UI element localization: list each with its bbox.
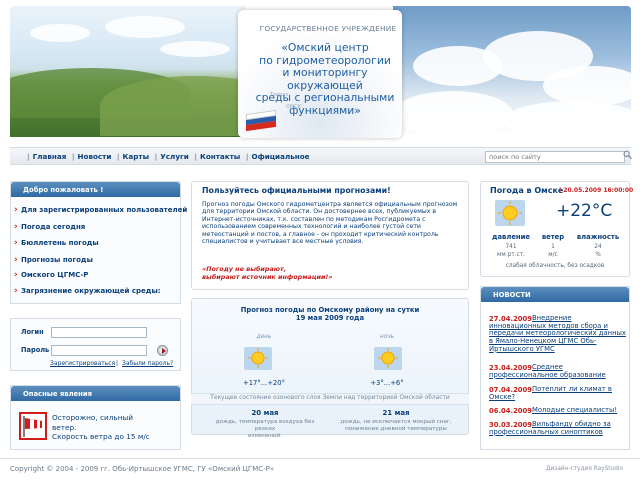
news-link-text[interactable]: Среднее профессиональное образование: [489, 363, 606, 379]
day-forecast-desc: дождь, не исключается мокрый снег, пониж…: [336, 419, 456, 433]
news-link-text[interactable]: Молодые специалисты!: [532, 406, 617, 414]
wind-value: 1: [551, 244, 555, 250]
password-label: Пароль: [21, 346, 50, 354]
nav-contacts[interactable]: Контакты: [200, 152, 240, 161]
nav-news[interactable]: Новости: [77, 152, 111, 161]
day-forecast-date: 20 мая: [251, 409, 279, 417]
hazard-text: Осторожно, сильный ветер. Скорость ветра…: [52, 413, 176, 442]
news-link[interactable]: Потеплит ли климат в Омске?: [489, 385, 627, 401]
nav-separator: |: [27, 152, 30, 161]
news-title: НОВОСТИ: [481, 287, 629, 302]
map-label: ОМСК: [286, 104, 302, 110]
landscape-banner-left: [10, 6, 245, 137]
quote-line: «Погоду не выбирают,: [202, 265, 287, 273]
site-header: ГОСУДАРСТВЕННОЕ УЧРЕЖДЕНИЕ «Омский центр…: [0, 0, 640, 143]
forecast-title: Прогноз погоды по Омскому району на сутк…: [191, 306, 469, 322]
hazard-line: Осторожно, сильный: [52, 413, 134, 422]
current-temperature: +22°C: [556, 201, 613, 221]
search-input[interactable]: [485, 151, 625, 163]
clouds-banner-right: [393, 6, 631, 137]
nav-official[interactable]: Официальное: [251, 152, 309, 161]
org-name-line: «Омский центр: [281, 41, 369, 54]
news-link-text[interactable]: Внедрение инновационных методов сбора и …: [489, 314, 626, 353]
copyright: Copyright © 2004 - 2009 гг. Обь-Иртышско…: [10, 465, 275, 473]
design-credit-link[interactable]: Дизайн-студия RayStudio: [546, 466, 623, 472]
nav-separator: |: [154, 152, 158, 161]
news-link-text[interactable]: Потеплит ли климат в Омске?: [489, 385, 612, 401]
menu-registered-users[interactable]: Для зарегистрированных пользователей: [14, 205, 187, 215]
forecast-night-temp: +3°...+6°: [370, 379, 404, 387]
search-icon[interactable]: [623, 150, 632, 162]
forgot-password-link[interactable]: Забыли пароль?: [122, 360, 173, 367]
nav-items: | Главная | Новости | Карты | Услуги | Контак…: [24, 152, 310, 161]
sun-icon: [494, 199, 526, 227]
news-link[interactable]: Внедрение инновационных методов сбора и …: [489, 314, 627, 354]
weather-timestamp: | 20.05.2009 16:00:00: [559, 187, 634, 194]
wind-unit: м/с: [548, 252, 558, 258]
news-link[interactable]: Среднее профессиональное образование: [489, 363, 627, 379]
login-field[interactable]: [51, 327, 147, 338]
forecast-date: 19 мая 2009 года: [295, 314, 365, 322]
official-quote: «Погоду не выбирают, выбирают источник и…: [202, 265, 462, 281]
forecast-title-line: Прогноз погоды по Омскому району на сутк…: [240, 306, 420, 314]
quote-line: выбирают источник информации!»: [202, 273, 333, 281]
humidity-unit: %: [595, 252, 601, 258]
forecast-day-label: день: [256, 334, 272, 340]
official-title: Пользуйтесь официальными прогнозами!: [202, 186, 391, 195]
menu-forecasts[interactable]: Прогнозы погоды: [14, 255, 93, 265]
desc-line: дождь, температура воздуха без резких: [215, 419, 315, 432]
nav-services[interactable]: Услуги: [160, 152, 189, 161]
org-name-line: и мониторингу окружающей: [282, 66, 368, 92]
weather-title: Погода в Омске: [490, 186, 564, 195]
news-link[interactable]: Молодые специалисты!: [489, 406, 627, 415]
nav-separator: |: [116, 152, 120, 161]
nav-home[interactable]: Главная: [33, 152, 67, 161]
password-field[interactable]: [51, 345, 147, 356]
hazard-line: Скорость ветра до 15 м/с: [52, 432, 150, 441]
weather-condition: слабая облачность, без осадков: [505, 263, 605, 269]
menu-weather-bulletin[interactable]: Бюллетень погоды: [14, 238, 99, 248]
login-label: Логин: [21, 328, 44, 336]
windsock-warning-icon: [19, 412, 47, 440]
humidity-value: 24: [594, 244, 602, 250]
login-submit-button[interactable]: [157, 345, 168, 356]
menu-pollution[interactable]: Загрязнение окружающей среды:: [14, 286, 161, 296]
wind-label: ветер: [541, 233, 565, 241]
day-forecast-desc: дождь, температура воздуха без резких из…: [205, 419, 325, 439]
hazard-line: ветер.: [52, 422, 77, 432]
ozone-link[interactable]: Текущее состояние озонового слоя Земли н…: [191, 395, 469, 401]
humidity-label: влажность: [576, 233, 620, 241]
menu-weather-today[interactable]: Погода сегодня: [14, 222, 85, 232]
org-name: «Омский центр по гидрометеорологии и мон…: [246, 41, 404, 117]
nav-separator: |: [194, 152, 197, 161]
org-type: ГОСУДАРСТВЕННОЕ УЧРЕЖДЕНИЕ: [259, 24, 397, 33]
official-text: Прогноз погоды Омского гидрометцентра яв…: [202, 201, 458, 246]
register-link[interactable]: Зарегистрироваться: [50, 360, 115, 367]
hazard-title: Опасные явления: [11, 386, 180, 401]
forecast-day-temp: +17°...+20°: [243, 379, 285, 387]
main-nav: | Главная | Новости | Карты | Услуги | Контак…: [10, 147, 631, 165]
desc-line: дождь, не исключается мокрый снег,: [340, 419, 452, 425]
map-label: Тевриз: [270, 92, 289, 98]
nav-maps[interactable]: Карты: [123, 152, 150, 161]
sun-cloud-icon: [243, 346, 273, 371]
day-forecast-date: 21 мая: [382, 409, 410, 417]
news-link[interactable]: Вильфанду обидно за профессиональных син…: [489, 420, 627, 436]
russian-flag-icon: [246, 109, 276, 136]
desc-line: изменений.: [247, 432, 283, 439]
sun-icon: [373, 346, 403, 371]
link-separator: |: [116, 360, 119, 367]
menu-omsk-center[interactable]: Омского ЦГМС-Р: [14, 270, 88, 280]
desc-line: понижение дневной температуры: [345, 425, 447, 432]
welcome-title: Добро пожаловать !: [11, 182, 180, 197]
news-link-text[interactable]: Вильфанду обидно за профессиональных син…: [489, 420, 611, 436]
footer-divider: [0, 458, 640, 459]
forecast-night-label: ночь: [379, 334, 395, 340]
